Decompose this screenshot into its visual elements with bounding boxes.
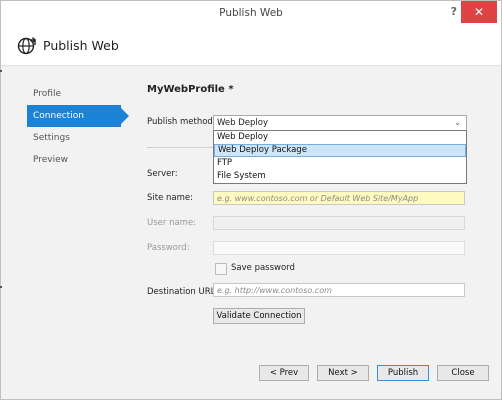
prev-button[interactable]: < Prev: [259, 365, 309, 381]
edge-mark: [0, 70, 2, 72]
help-button[interactable]: ?: [451, 5, 457, 18]
save-password-label: Save password: [231, 263, 295, 273]
connection-panel: MyWebProfile * Publish method: Web Deplo…: [147, 83, 487, 383]
publish-method-label: Publish method:: [147, 117, 216, 127]
close-button[interactable]: Close: [437, 365, 489, 381]
globe-icon: [17, 37, 36, 55]
dropdown-option-web-deploy[interactable]: Web Deploy: [214, 131, 466, 144]
dropdown-option-ftp[interactable]: FTP: [214, 157, 466, 170]
save-password-checkbox[interactable]: [215, 263, 227, 275]
site-name-placeholder: e.g. www.contoso.com or Default Web Site…: [217, 194, 419, 203]
divider: [147, 147, 213, 148]
destination-url-label: Destination URL:: [147, 287, 219, 297]
publish-method-select[interactable]: Web Deploy ⌄: [213, 115, 467, 131]
edge-mark: [0, 286, 2, 288]
user-name-input[interactable]: [213, 216, 465, 230]
publish-button[interactable]: Publish: [377, 365, 429, 381]
password-input[interactable]: [213, 241, 465, 255]
close-window-button[interactable]: ✕: [461, 1, 497, 23]
server-label: Server:: [147, 169, 178, 179]
nav-item-profile[interactable]: Profile: [27, 83, 121, 105]
site-name-input[interactable]: e.g. www.contoso.com or Default Web Site…: [213, 191, 465, 205]
title-bar: Publish Web ? ✕: [1, 1, 501, 25]
header-title: Publish Web: [43, 38, 119, 53]
destination-url-placeholder: e.g. http://www.contoso.com: [217, 286, 332, 295]
publish-method-dropdown: Web Deploy Web Deploy Package FTP File S…: [213, 130, 467, 184]
chevron-down-icon: ⌄: [454, 118, 461, 127]
nav-item-preview[interactable]: Preview: [27, 149, 121, 171]
password-label: Password:: [147, 243, 190, 253]
destination-url-input[interactable]: e.g. http://www.contoso.com: [213, 283, 465, 297]
publish-method-value: Web Deploy: [217, 118, 268, 128]
dropdown-option-web-deploy-package[interactable]: Web Deploy Package: [214, 144, 466, 157]
site-name-label: Site name:: [147, 193, 193, 203]
validate-connection-button[interactable]: Validate Connection: [213, 308, 305, 324]
publish-web-dialog: Publish Web ? ✕ Publish Web Profile Conn…: [0, 0, 502, 400]
wizard-nav: Profile Connection Settings Preview: [27, 83, 129, 171]
user-name-label: User name:: [147, 218, 197, 228]
profile-title: MyWebProfile *: [147, 84, 234, 95]
window-title: Publish Web: [219, 7, 283, 19]
dialog-header: Publish Web: [1, 25, 501, 66]
dropdown-option-file-system[interactable]: File System: [214, 170, 466, 183]
nav-item-settings[interactable]: Settings: [27, 127, 121, 149]
next-button[interactable]: Next >: [317, 365, 369, 381]
nav-item-connection[interactable]: Connection: [27, 105, 129, 127]
